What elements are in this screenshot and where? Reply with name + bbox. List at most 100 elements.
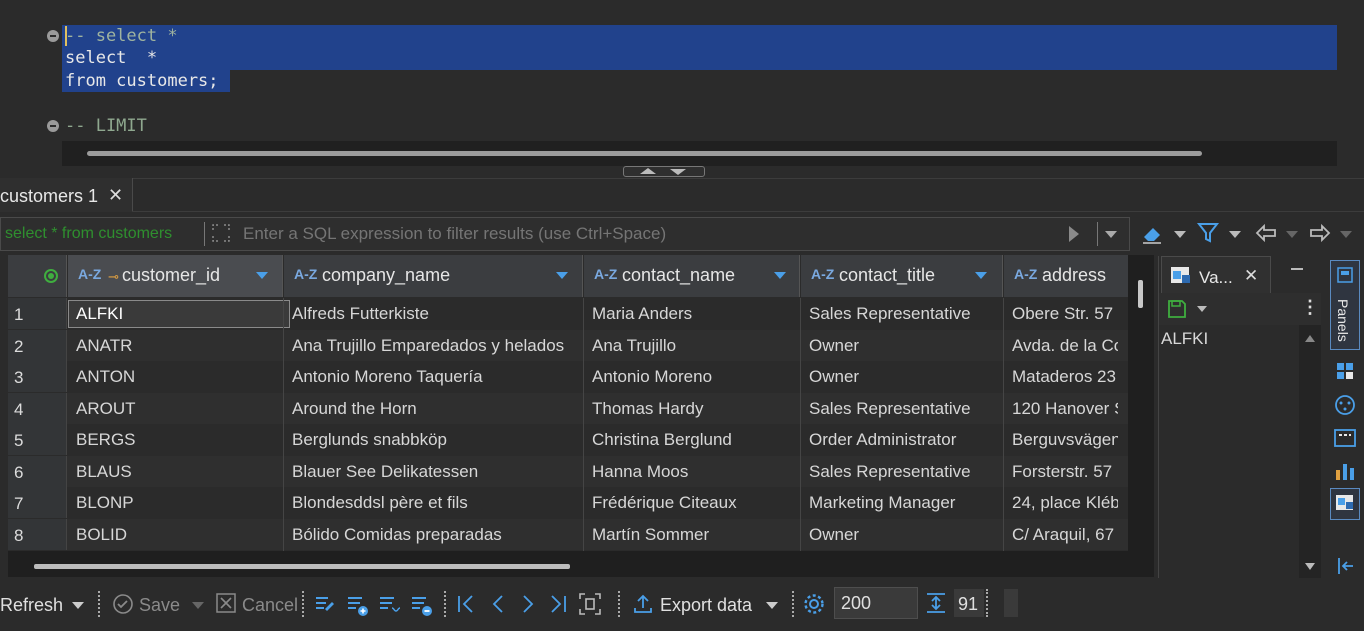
cell-customer_id[interactable]: ALFKI xyxy=(68,300,290,328)
table-row[interactable]: 8 BOLID Bólido Comidas preparadas Martín So… xyxy=(8,518,1128,550)
cell-company_name[interactable]: Ana Trujillo Emparedados y helados xyxy=(292,336,582,356)
export-dropdown-icon[interactable] xyxy=(766,602,778,609)
cell-contact_name[interactable]: Martín Sommer xyxy=(592,525,799,545)
results-grid[interactable]: A-Z ⊸ customer_id A-Z company_name A-Z c… xyxy=(8,255,1128,551)
cell-contact_name[interactable]: Hanna Moos xyxy=(592,462,799,482)
cell-company_name[interactable]: Alfreds Futterkiste xyxy=(292,304,582,324)
column-header-customer_id[interactable]: A-Z ⊸ customer_id xyxy=(68,255,283,297)
cell-contact_name[interactable]: Maria Anders xyxy=(592,304,799,324)
duplicate-row-icon[interactable] xyxy=(378,593,402,617)
grid-hscroll-track[interactable] xyxy=(8,551,1128,577)
cell-customer_id[interactable]: BLAUS xyxy=(76,462,282,482)
cell-contact_title[interactable]: Sales Representative xyxy=(809,304,1002,324)
value-content[interactable]: ALFKI xyxy=(1159,325,1299,578)
cell-contact_title[interactable]: Owner xyxy=(809,525,1002,545)
grid-vscroll-thumb[interactable] xyxy=(1138,280,1143,308)
forward-dropdown-icon[interactable] xyxy=(1340,231,1352,238)
cell-address[interactable]: Forsterstr. 57 xyxy=(1012,462,1118,482)
sort-dropdown-icon[interactable] xyxy=(256,272,268,279)
back-dropdown-icon[interactable] xyxy=(1286,231,1298,238)
cell-customer_id[interactable]: ANATR xyxy=(76,336,282,356)
close-icon[interactable]: ✕ xyxy=(108,185,123,206)
cell-customer_id[interactable]: BOLID xyxy=(76,525,282,545)
cell-company_name[interactable]: Berglunds snabbköp xyxy=(292,430,582,450)
close-icon[interactable]: ✕ xyxy=(1244,266,1258,286)
table-row[interactable]: 5 BERGS Berglunds snabbköp Christina Berglu… xyxy=(8,424,1128,455)
cell-contact_name[interactable]: Christina Berglund xyxy=(592,430,799,450)
grid-vscroll-track[interactable] xyxy=(1128,255,1154,577)
row-number[interactable]: 7 xyxy=(8,487,67,518)
filter-dropdown-icon[interactable] xyxy=(1229,231,1241,238)
row-number[interactable]: 3 xyxy=(8,361,67,392)
column-header-contact_name[interactable]: A-Z contact_name xyxy=(584,255,800,297)
refresh-button[interactable]: Refresh xyxy=(0,595,63,616)
delete-row-icon[interactable] xyxy=(410,593,434,617)
filter-input[interactable] xyxy=(241,221,1045,247)
value-vscroll[interactable] xyxy=(1299,325,1321,578)
fold-marker-icon[interactable] xyxy=(47,120,59,132)
cell-company_name[interactable]: Bólido Comidas preparadas xyxy=(292,525,582,545)
splitter-handle[interactable] xyxy=(623,166,705,177)
cell-contact_title[interactable]: Sales Representative xyxy=(809,399,1002,419)
table-row[interactable]: 4 AROUT Around the Horn Thomas Hardy Sales R… xyxy=(8,392,1128,424)
cell-address[interactable]: C/ Araquil, 67 xyxy=(1012,525,1118,545)
table-row[interactable]: 3 ANTON Antonio Moreno Taquería Antonio Mor… xyxy=(8,361,1128,392)
filter-history-dropdown-icon[interactable] xyxy=(1105,231,1117,238)
result-tab[interactable]: customers 1 ✕ xyxy=(0,178,133,212)
cell-customer_id[interactable]: BERGS xyxy=(76,430,282,450)
cell-contact_name[interactable]: Thomas Hardy xyxy=(592,399,799,419)
cell-company_name[interactable]: Around the Horn xyxy=(292,399,582,419)
toolbar-overflow[interactable] xyxy=(1004,589,1018,617)
cell-contact_title[interactable]: Marketing Manager xyxy=(809,493,1002,513)
filter-sql-label[interactable]: select * from customers xyxy=(5,225,172,243)
back-arrow-icon[interactable] xyxy=(1254,221,1278,247)
cell-contact_name[interactable]: Frédérique Citeaux xyxy=(592,493,799,513)
scroll-down-icon[interactable] xyxy=(1305,563,1315,570)
cell-address[interactable]: Mataderos 23 xyxy=(1012,367,1118,387)
edit-row-icon[interactable] xyxy=(314,593,336,615)
cell-contact_name[interactable]: Ana Trujillo xyxy=(592,336,799,356)
save-icon[interactable] xyxy=(1167,299,1187,319)
cell-customer_id[interactable]: AROUT xyxy=(76,399,282,419)
last-page-icon[interactable] xyxy=(548,594,568,614)
cell-contact_name[interactable]: Antonio Moreno xyxy=(592,367,799,387)
cell-contact_title[interactable]: Order Administrator xyxy=(809,430,1002,450)
expand-icon[interactable] xyxy=(212,224,230,242)
grouping-icon[interactable] xyxy=(1334,394,1356,416)
refresh-dropdown-icon[interactable] xyxy=(72,602,84,609)
next-page-icon[interactable] xyxy=(518,594,538,614)
eraser-icon[interactable] xyxy=(1140,221,1166,247)
value-panel-tab[interactable]: Va... ✕ xyxy=(1161,256,1271,294)
sort-dropdown-icon[interactable] xyxy=(556,272,568,279)
references-icon[interactable] xyxy=(1334,428,1356,448)
add-row-icon[interactable] xyxy=(346,593,370,617)
apply-filter-icon[interactable] xyxy=(1069,226,1079,242)
collapse-panels-icon[interactable] xyxy=(1336,556,1356,576)
minimize-icon[interactable] xyxy=(1291,268,1303,270)
panels-toggle[interactable]: Panels xyxy=(1330,260,1360,350)
cell-contact_title[interactable]: Owner xyxy=(809,336,1002,356)
column-header-contact_title[interactable]: A-Z contact_title xyxy=(801,255,1003,297)
chart-icon[interactable] xyxy=(1334,460,1356,482)
editor-hscroll-track[interactable] xyxy=(62,141,1337,166)
cell-company_name[interactable]: Antonio Moreno Taquería xyxy=(292,367,582,387)
value-viewer-toggle[interactable] xyxy=(1330,488,1360,520)
cell-address[interactable]: Berguvsvägen xyxy=(1012,430,1118,450)
row-number[interactable]: 6 xyxy=(8,455,67,487)
save-button[interactable]: Save xyxy=(139,595,180,616)
sort-dropdown-icon[interactable] xyxy=(774,272,786,279)
cell-customer_id[interactable]: BLONP xyxy=(76,493,282,513)
sort-dropdown-icon[interactable] xyxy=(975,272,987,279)
gear-icon[interactable] xyxy=(802,592,826,616)
cell-address[interactable]: 24, place Klébe xyxy=(1012,493,1118,513)
collapse-down-icon[interactable] xyxy=(670,169,686,175)
table-row[interactable]: 7 BLONP Blondesddsl père et fils Frédérique… xyxy=(8,487,1128,518)
collapse-up-icon[interactable] xyxy=(640,168,656,174)
table-row[interactable]: 2 ANATR Ana Trujillo Emparedados y helados… xyxy=(8,329,1128,361)
save-dropdown-icon[interactable] xyxy=(1197,306,1207,312)
cell-customer_id[interactable]: ANTON xyxy=(76,367,282,387)
forward-arrow-icon[interactable] xyxy=(1308,221,1332,247)
cell-company_name[interactable]: Blauer See Delikatessen xyxy=(292,462,582,482)
column-header-address[interactable]: A-Z address xyxy=(1004,255,1128,297)
calculator-icon[interactable] xyxy=(1336,362,1354,380)
